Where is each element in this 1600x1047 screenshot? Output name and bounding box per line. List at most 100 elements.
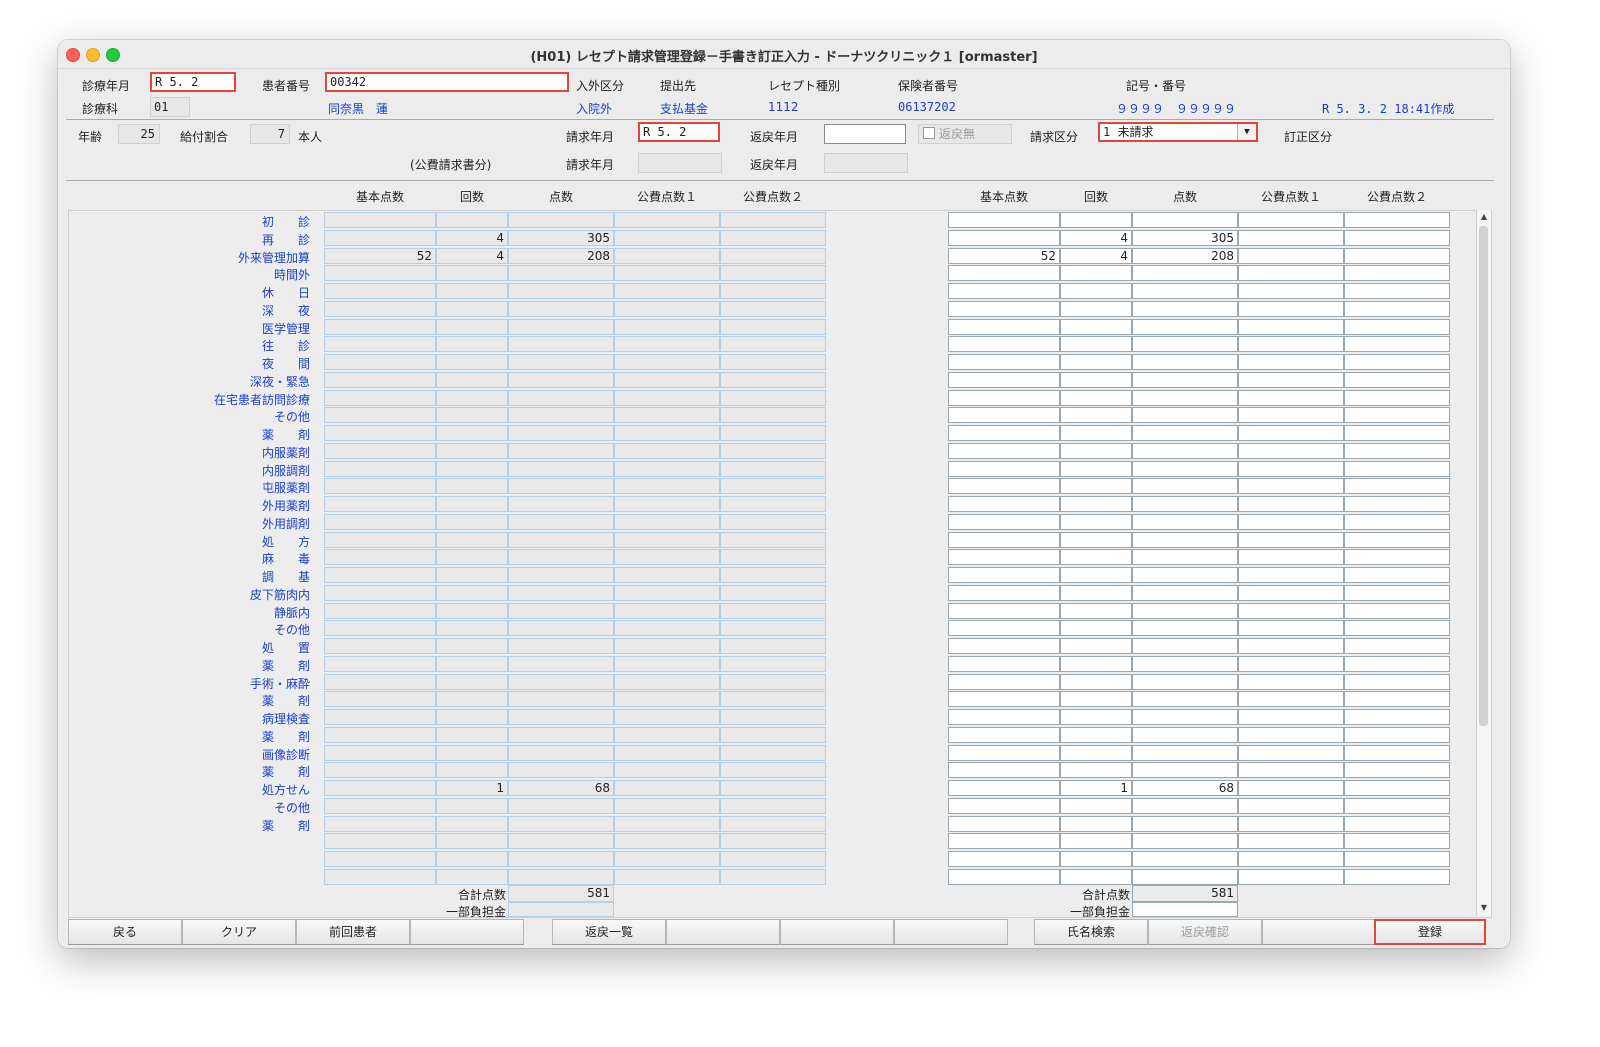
correction-cell-kihon[interactable] [948, 816, 1060, 832]
correction-cell-tensu[interactable]: 68 [1132, 780, 1238, 796]
correction-cell-kohi2[interactable] [1344, 549, 1450, 565]
correction-cell-kaisu[interactable]: 4 [1060, 230, 1132, 246]
correction-cell-kaisu[interactable] [1060, 212, 1132, 228]
scroll-thumb[interactable] [1479, 226, 1488, 726]
correction-cell-kihon[interactable] [948, 265, 1060, 281]
correction-cell-kohi1[interactable] [1238, 390, 1344, 406]
correction-cell-tensu[interactable] [1132, 461, 1238, 477]
correction-cell-kaisu[interactable] [1060, 283, 1132, 299]
correction-cell-kihon[interactable] [948, 549, 1060, 565]
correction-cell-tensu[interactable] [1132, 798, 1238, 814]
correction-cell-tensu[interactable] [1132, 691, 1238, 707]
correction-cell-kohi1[interactable] [1238, 762, 1344, 778]
correction-cell-kohi1[interactable] [1238, 283, 1344, 299]
correction-cell-kihon[interactable] [948, 407, 1060, 423]
correction-cell-kohi1[interactable] [1238, 212, 1344, 228]
correction-cell-kohi1[interactable] [1238, 869, 1344, 885]
correction-cell-tensu[interactable]: 305 [1132, 230, 1238, 246]
function-key-button-f6[interactable] [666, 919, 780, 945]
correction-cell-kohi2[interactable] [1344, 674, 1450, 690]
correction-cell-kohi1[interactable] [1238, 727, 1344, 743]
correction-cell-tensu[interactable] [1132, 745, 1238, 761]
correction-cell-tensu[interactable] [1132, 514, 1238, 530]
correction-cell-kohi1[interactable] [1238, 567, 1344, 583]
correction-cell-tensu[interactable] [1132, 816, 1238, 832]
checkbox-icon[interactable] [923, 127, 935, 139]
correction-cell-kohi1[interactable] [1238, 603, 1344, 619]
correction-cell-kihon[interactable] [948, 727, 1060, 743]
correction-cell-kihon[interactable] [948, 567, 1060, 583]
correction-cell-kaisu[interactable] [1060, 638, 1132, 654]
correction-cell-kohi2[interactable] [1344, 283, 1450, 299]
correction-cell-tensu[interactable] [1132, 585, 1238, 601]
correction-cell-kohi2[interactable] [1344, 248, 1450, 264]
correction-cell-kaisu[interactable] [1060, 496, 1132, 512]
correction-cell-kaisu[interactable] [1060, 319, 1132, 335]
correction-cell-tensu[interactable] [1132, 567, 1238, 583]
shinryo-ym-input[interactable]: R 5. 2 [150, 72, 236, 92]
correction-cell-kaisu[interactable] [1060, 798, 1132, 814]
correction-cell-tensu[interactable] [1132, 478, 1238, 494]
correction-cell-kaisu[interactable] [1060, 869, 1132, 885]
correction-cell-kohi1[interactable] [1238, 425, 1344, 441]
correction-cell-kaisu[interactable] [1060, 691, 1132, 707]
correction-cell-kaisu[interactable] [1060, 656, 1132, 672]
correction-cell-kihon[interactable]: 52 [948, 248, 1060, 264]
vertical-scrollbar[interactable]: ▲ ▼ [1476, 210, 1491, 916]
correction-cell-tensu[interactable] [1132, 390, 1238, 406]
function-key-button-f5[interactable]: 返戻一覧 [552, 919, 666, 945]
correction-cell-kaisu[interactable] [1060, 478, 1132, 494]
function-key-button-f1[interactable]: 戻る [68, 919, 182, 945]
correction-cell-kihon[interactable] [948, 319, 1060, 335]
correction-cell-kaisu[interactable]: 1 [1060, 780, 1132, 796]
correction-cell-kaisu[interactable] [1060, 407, 1132, 423]
correction-cell-kohi1[interactable] [1238, 319, 1344, 335]
correction-cell-kohi1[interactable] [1238, 691, 1344, 707]
correction-cell-kihon[interactable] [948, 283, 1060, 299]
correction-cell-kohi1[interactable] [1238, 798, 1344, 814]
seikyu-ym2-field[interactable] [638, 153, 722, 173]
correction-cell-kohi2[interactable] [1344, 496, 1450, 512]
correction-cell-kaisu[interactable] [1060, 745, 1132, 761]
correction-cell-kohi1[interactable] [1238, 354, 1344, 370]
correction-cell-kohi1[interactable] [1238, 372, 1344, 388]
correction-cell-kohi1[interactable] [1238, 248, 1344, 264]
correction-cell-kohi2[interactable] [1344, 691, 1450, 707]
correction-cell-kohi1[interactable] [1238, 514, 1344, 530]
correction-cell-kohi2[interactable] [1344, 425, 1450, 441]
correction-cell-kohi1[interactable] [1238, 833, 1344, 849]
correction-cell-kihon[interactable] [948, 709, 1060, 725]
correction-cell-kohi1[interactable] [1238, 638, 1344, 654]
function-key-button-f3[interactable]: 前回患者 [296, 919, 410, 945]
correction-cell-tensu[interactable] [1132, 656, 1238, 672]
correction-cell-kihon[interactable] [948, 478, 1060, 494]
correction-cell-tensu[interactable] [1132, 443, 1238, 459]
correction-cell-kaisu[interactable] [1060, 762, 1132, 778]
correction-cell-kohi2[interactable] [1344, 443, 1450, 459]
correction-cell-kihon[interactable] [948, 443, 1060, 459]
correction-cell-kaisu[interactable] [1060, 816, 1132, 832]
correction-cell-kihon[interactable] [948, 230, 1060, 246]
correction-cell-kohi2[interactable] [1344, 336, 1450, 352]
correction-cell-tensu[interactable] [1132, 851, 1238, 867]
correction-cell-tensu[interactable] [1132, 496, 1238, 512]
age-field[interactable]: 25 [118, 124, 160, 144]
function-key-button-f2[interactable]: クリア [182, 919, 296, 945]
correction-cell-kihon[interactable] [948, 798, 1060, 814]
correction-cell-kihon[interactable] [948, 301, 1060, 317]
correction-cell-kihon[interactable] [948, 585, 1060, 601]
correction-cell-kihon[interactable] [948, 869, 1060, 885]
correction-cell-kihon[interactable] [948, 780, 1060, 796]
correction-cell-kohi1[interactable] [1238, 478, 1344, 494]
correction-cell-kohi1[interactable] [1238, 816, 1344, 832]
correction-cell-tensu[interactable] [1132, 727, 1238, 743]
correction-cell-kaisu[interactable] [1060, 567, 1132, 583]
function-key-button-f12[interactable]: 登録 [1374, 919, 1486, 945]
correction-cell-kaisu[interactable] [1060, 425, 1132, 441]
henrei-ym-input[interactable] [824, 124, 906, 144]
correction-cell-kohi2[interactable] [1344, 656, 1450, 672]
correction-cell-kihon[interactable] [948, 851, 1060, 867]
correction-cell-kohi2[interactable] [1344, 567, 1450, 583]
correction-cell-kohi2[interactable] [1344, 638, 1450, 654]
correction-cell-kohi1[interactable] [1238, 336, 1344, 352]
